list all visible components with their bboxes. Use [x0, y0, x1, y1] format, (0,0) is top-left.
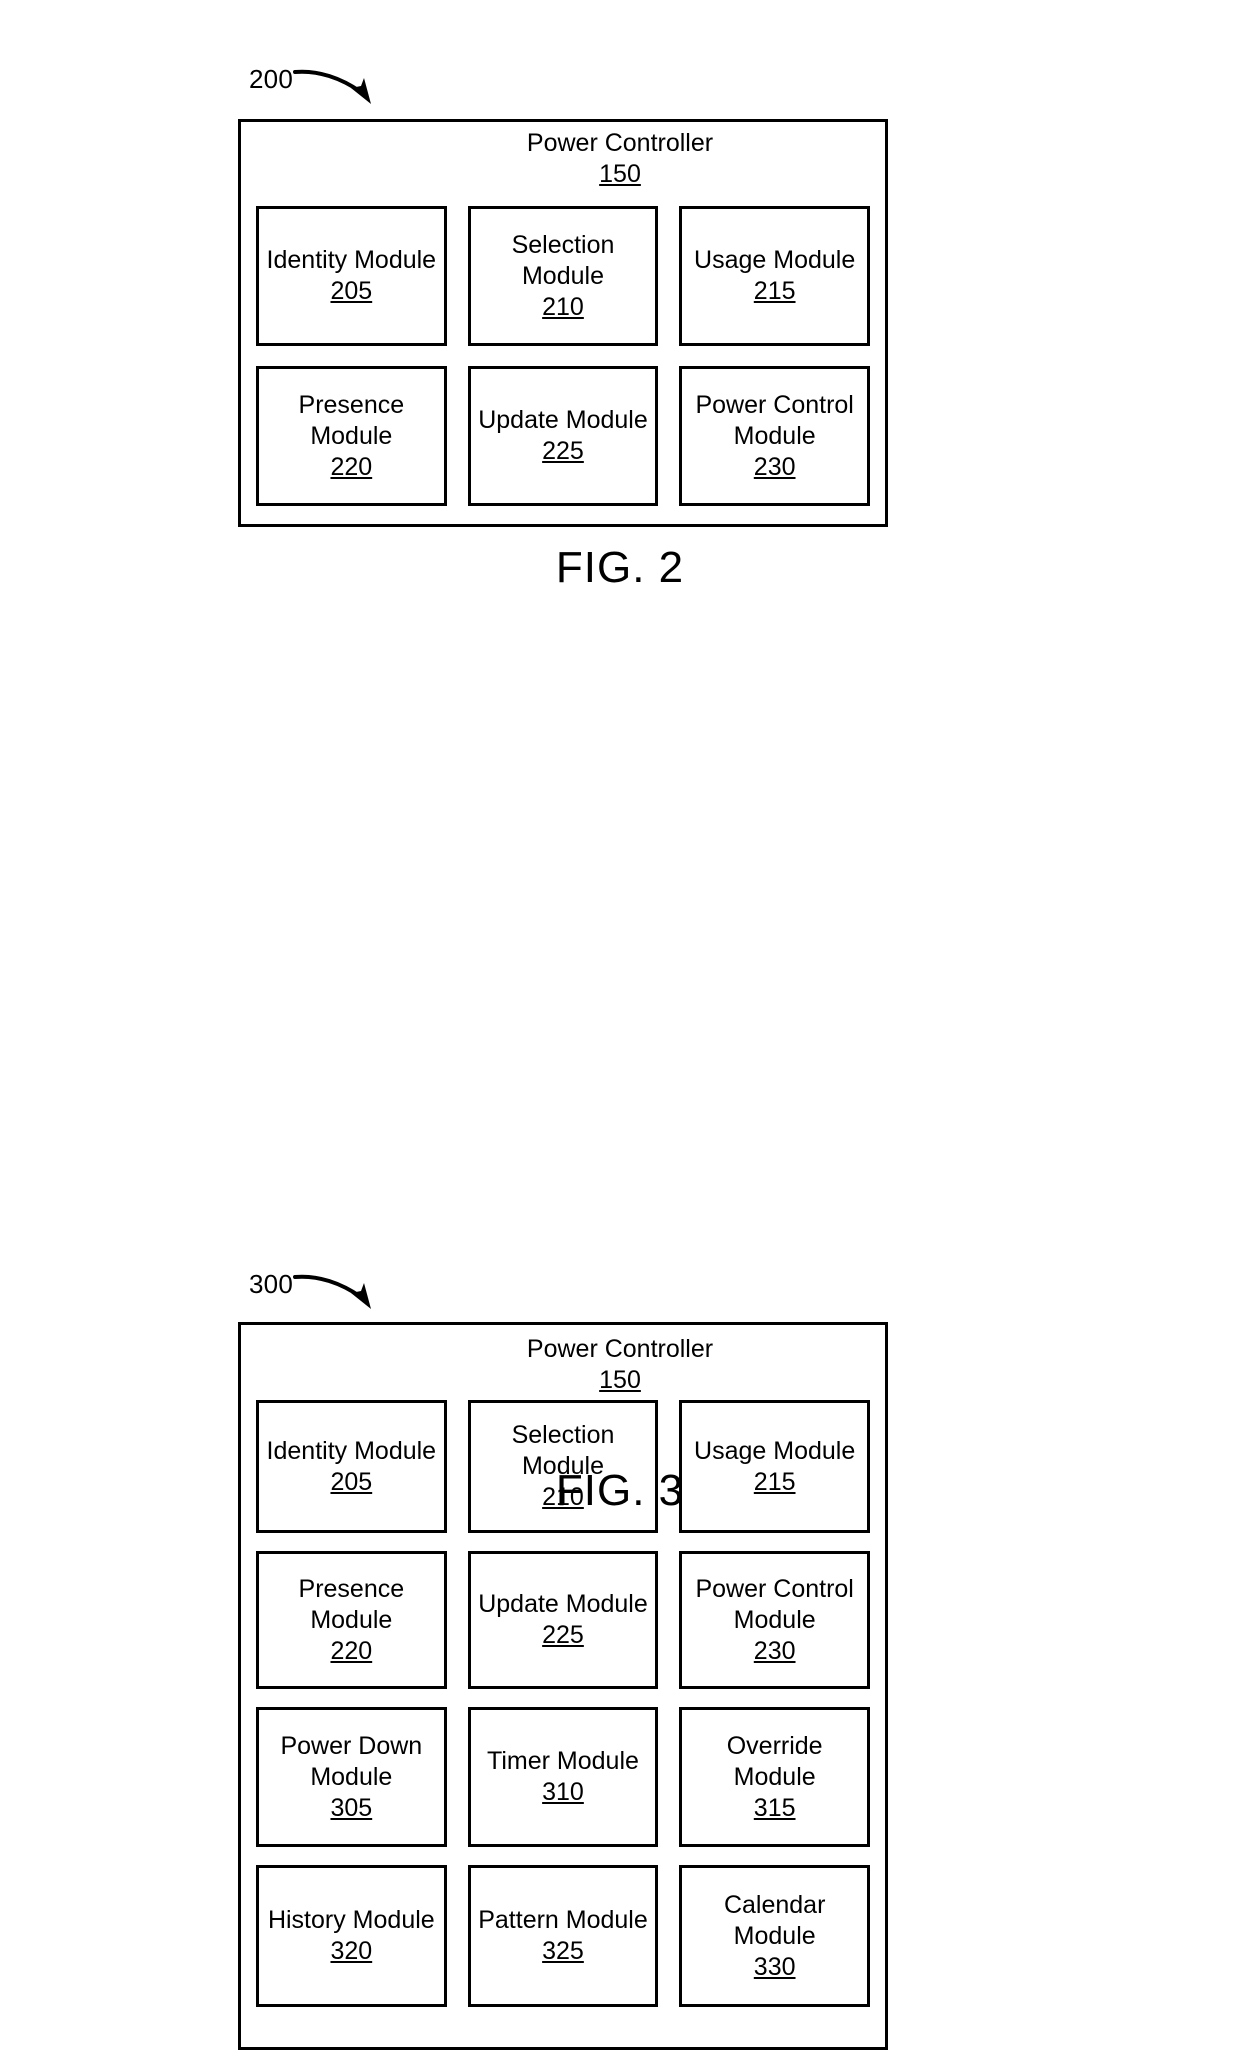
module-name: Usage Module [694, 246, 856, 274]
module-number: 205 [330, 277, 373, 305]
module-box: Power Control Module 230 [679, 366, 870, 506]
module-grid: Identity Module 205 Selection Module 210… [256, 206, 870, 506]
power-controller-title-number: 150 [599, 160, 641, 188]
module-name: Identity Module [266, 1436, 437, 1465]
module-box: Calendar Module 330 [679, 1865, 870, 2007]
module-name: Override Module [726, 1731, 823, 1791]
figure-caption: FIG. 3 [555, 1466, 685, 1515]
module-box: Usage Module 215 [679, 206, 870, 346]
module-box: Power Control Module 230 [679, 1551, 870, 1689]
reference-number-200: 200 [249, 64, 293, 94]
module-box: Presence Module 220 [256, 1551, 447, 1689]
figure-3: 300 Power Controller 150 Identity Module… [0, 622, 1240, 2050]
module-name: Update Module [478, 1590, 648, 1618]
reference-number-300: 300 [249, 1269, 293, 1299]
module-number: 325 [542, 1937, 584, 1965]
module-number: 225 [542, 437, 584, 465]
module-name: Power Control Module [695, 1574, 854, 1634]
module-box: Update Module 225 [467, 366, 659, 506]
module-number: 225 [542, 1621, 584, 1649]
module-name: Timer Module [487, 1747, 639, 1775]
power-controller-title-text: Power Controller [526, 1335, 714, 1363]
module-name: History Module [267, 1906, 435, 1934]
module-number: 230 [753, 1636, 796, 1665]
figure-2: 200 Power Controller 150 Identity Module… [0, 0, 1240, 620]
module-box: Selection Module 210 [467, 206, 659, 346]
module-box: History Module 320 [256, 1865, 447, 2007]
module-name: Presence Module [298, 1574, 405, 1634]
module-number: 210 [542, 292, 584, 321]
module-number: 320 [330, 1937, 373, 1965]
module-number: 315 [753, 1793, 796, 1822]
module-box: Presence Module 220 [256, 366, 447, 506]
module-name: Power Down Module [280, 1731, 423, 1791]
module-box: Identity Module 205 [256, 206, 447, 346]
module-number: 220 [330, 452, 373, 481]
patent-drawing-page: 200 Power Controller 150 Identity Module… [0, 0, 1240, 2050]
module-name: Power Control Module [695, 390, 854, 450]
module-name: Usage Module [694, 1436, 856, 1465]
module-box: Timer Module 310 [467, 1707, 659, 1847]
power-controller-title-number: 150 [599, 1366, 641, 1394]
module-number: 310 [542, 1778, 584, 1806]
power-controller-title: Power Controller 150 [0, 1334, 1240, 1396]
power-controller-title: Power Controller 150 [0, 128, 1240, 190]
lead-arrow-icon [293, 69, 371, 104]
module-box: Override Module 315 [679, 1707, 870, 1847]
module-name: Pattern Module [478, 1906, 648, 1934]
power-controller-title-text: Power Controller [526, 129, 714, 157]
module-box: Pattern Module 325 [467, 1865, 659, 2007]
module-name: Selection Module [511, 230, 615, 290]
module-name: Update Module [478, 406, 648, 434]
module-number: 305 [330, 1793, 373, 1822]
module-name: Calendar Module [723, 1890, 826, 1950]
module-name: Presence Module [298, 390, 405, 450]
module-box: Update Module 225 [467, 1551, 659, 1689]
module-number: 230 [753, 452, 796, 481]
module-number: 330 [753, 1952, 796, 1981]
module-number: 215 [753, 277, 796, 305]
module-number: 220 [330, 1636, 373, 1665]
lead-arrow-icon [293, 1274, 371, 1309]
figure-caption: FIG. 2 [555, 543, 685, 592]
module-name: Identity Module [266, 246, 437, 274]
module-box: Power Down Module 305 [256, 1707, 447, 1847]
